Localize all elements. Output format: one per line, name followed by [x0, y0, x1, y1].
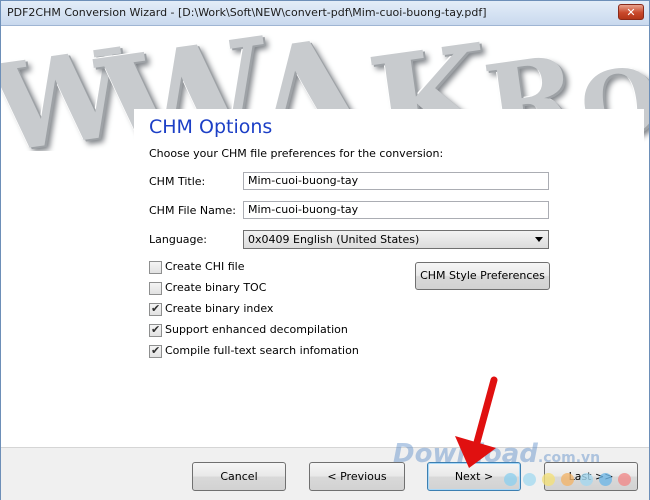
enhanced-decompilation-checkbox[interactable]: [149, 323, 162, 337]
red-arrow-annotation: [455, 376, 498, 468]
page-title: CHM Options: [149, 116, 273, 138]
watermark-dot: [561, 473, 574, 486]
language-select[interactable]: 0x0409 English (United States): [243, 230, 549, 249]
watermark-dot: [542, 473, 555, 486]
arrow-shaft: [472, 376, 498, 450]
chm-options-panel: CHM Options Choose your CHM file prefere…: [134, 109, 644, 441]
binary-toc-label: Create binary TOC: [165, 281, 267, 294]
close-button[interactable]: ✕: [618, 4, 644, 20]
chm-title-label: CHM Title:: [149, 175, 206, 188]
language-select-value: 0x0409 English (United States): [248, 233, 420, 246]
chm-title-input[interactable]: Mim-cuoi-buong-tay: [243, 172, 549, 190]
binary-index-checkbox[interactable]: [149, 302, 162, 316]
cancel-button[interactable]: Cancel: [192, 462, 286, 491]
binary-index-label: Create binary index: [165, 302, 274, 315]
watermark-dot: [523, 473, 536, 486]
binary-toc-checkbox[interactable]: [149, 282, 162, 295]
title-bar[interactable]: PDF2CHM Conversion Wizard - [D:\Work\Sof…: [1, 1, 649, 26]
chevron-down-icon: [535, 237, 543, 242]
watermark-dot: [504, 473, 517, 486]
previous-button[interactable]: < Previous: [309, 462, 405, 491]
chm-file-name-input[interactable]: Mim-cuoi-buong-tay: [243, 201, 549, 219]
watermark-dot: [618, 473, 631, 486]
window-title: PDF2CHM Conversion Wizard - [D:\Work\Sof…: [7, 6, 487, 19]
page-subtitle: Choose your CHM file preferences for the…: [149, 147, 444, 160]
full-text-search-label: Compile full-text search infomation: [165, 344, 359, 357]
chm-file-name-label: CHM File Name:: [149, 204, 237, 217]
chm-style-preferences-button[interactable]: CHM Style Preferences: [415, 262, 550, 290]
close-icon: ✕: [626, 6, 636, 19]
enhanced-decompilation-label: Support enhanced decompilation: [165, 323, 348, 336]
full-text-search-checkbox[interactable]: [149, 344, 162, 358]
watermark-dot: [599, 473, 612, 486]
create-chi-label: Create CHI file: [165, 260, 245, 273]
create-chi-checkbox[interactable]: [149, 261, 162, 274]
watermark-dot: [580, 473, 593, 486]
wizard-window: PDF2CHM Conversion Wizard - [D:\Work\Sof…: [0, 0, 650, 500]
language-label: Language:: [149, 233, 207, 246]
